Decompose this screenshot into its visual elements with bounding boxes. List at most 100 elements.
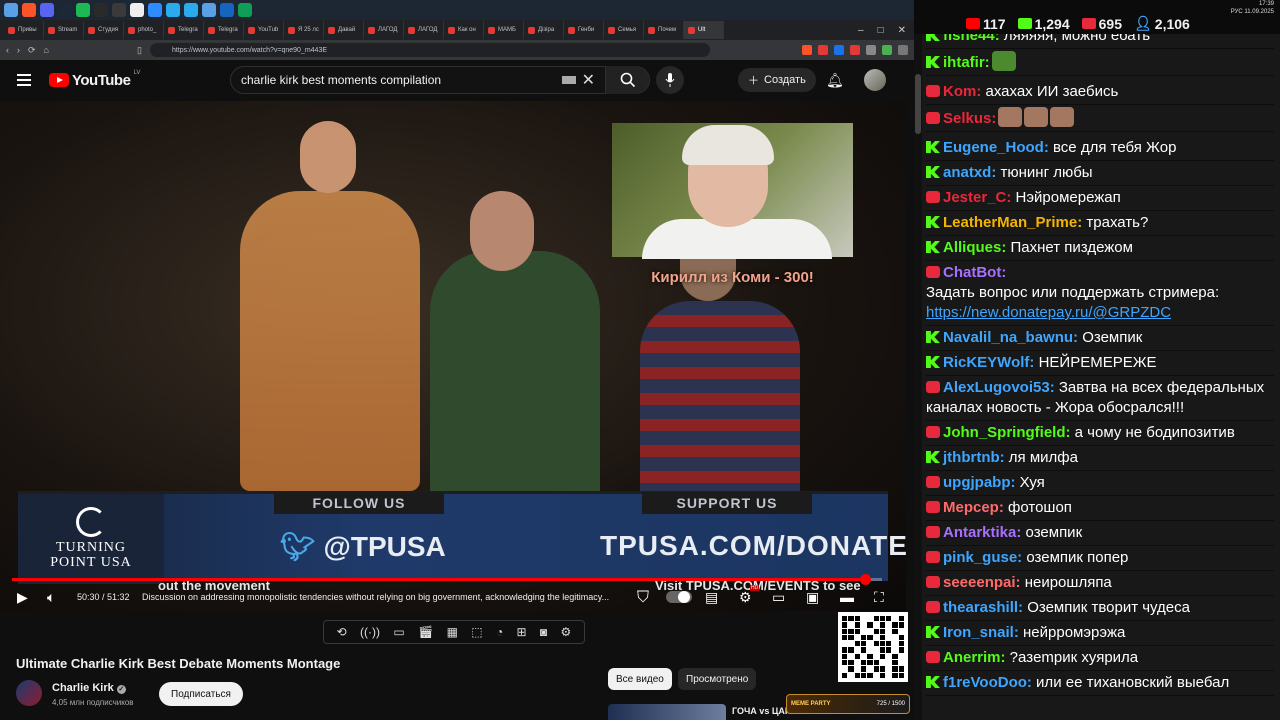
audio-wave-icon[interactable]: ((·))	[360, 625, 380, 639]
chat-username[interactable]: seeeenpai:	[943, 574, 1021, 591]
telegram-icon[interactable]	[184, 3, 198, 17]
extension-icon[interactable]	[834, 45, 844, 55]
clear-search-icon[interactable]: ✕	[582, 70, 595, 90]
progress-bar[interactable]	[12, 574, 882, 585]
minimize-icon[interactable]: –	[858, 25, 864, 36]
chat-username[interactable]: Kom:	[943, 83, 981, 100]
browser-tab[interactable]: Ult	[684, 21, 724, 39]
cast-icon[interactable]: ▬	[840, 589, 854, 605]
extension-icon[interactable]	[818, 45, 828, 55]
chat-username[interactable]: jthbrtnb:	[943, 449, 1005, 466]
browser-tab[interactable]: ЛАГОД	[364, 21, 404, 39]
subscribe-button[interactable]: Подписаться	[159, 682, 243, 706]
notifications-bell-icon[interactable]: 🔔︎	[826, 72, 844, 89]
back-icon[interactable]: ‹	[6, 45, 9, 55]
close-icon[interactable]: ✕	[898, 25, 906, 36]
chat-username[interactable]: ChatBot:	[943, 264, 1006, 281]
chapter-title[interactable]: Discussion on addressing monopolistic te…	[142, 592, 622, 602]
chat-username[interactable]: AlexLugovoi53:	[943, 379, 1055, 396]
chat-username[interactable]: Alliques:	[943, 239, 1006, 256]
channel-avatar[interactable]	[16, 680, 42, 706]
chat-username[interactable]: LeatherMan_Prime:	[943, 214, 1082, 231]
create-button[interactable]: ＋ Создать	[738, 68, 816, 92]
browser-tab[interactable]: photo_	[124, 21, 164, 39]
app-icon[interactable]	[220, 3, 234, 17]
search-input[interactable]: charlie kirk best moments compilation	[231, 73, 562, 87]
chat-username[interactable]: anatxd:	[943, 164, 996, 181]
chat-panel[interactable]: fishe44: ляяяяя, можно ебать ihtafir: Kom:…	[914, 34, 1280, 720]
menu-icon[interactable]	[898, 45, 908, 55]
app-icon[interactable]	[148, 3, 162, 17]
windows-start-icon[interactable]	[4, 3, 18, 17]
voice-search-button[interactable]	[656, 66, 684, 94]
screen-mode-icon[interactable]: ▭	[393, 625, 404, 639]
speed-icon[interactable]: ◔	[496, 625, 503, 639]
chat-username[interactable]: pink_guse:	[943, 549, 1022, 566]
steam-icon[interactable]	[58, 3, 72, 17]
gear-icon[interactable]: ⚙	[560, 625, 571, 639]
obs-icon[interactable]	[112, 3, 126, 17]
menu-icon[interactable]	[17, 74, 31, 86]
extension-icon[interactable]	[850, 45, 860, 55]
extension-icon[interactable]	[866, 45, 876, 55]
telegram-icon[interactable]	[166, 3, 180, 17]
browser-tab[interactable]: YouTub	[244, 21, 284, 39]
add-icon[interactable]: ⊞	[517, 625, 527, 639]
search-box[interactable]: charlie kirk best moments compilation ✕	[230, 66, 650, 94]
screenshot-icon[interactable]: ◙	[540, 625, 547, 639]
chat-username[interactable]: thearashill:	[943, 599, 1023, 616]
browser-tab[interactable]: Привы	[4, 21, 44, 39]
browser-tab[interactable]: МАМБ	[484, 21, 524, 39]
chat-username[interactable]: RicKEYWolf:	[943, 354, 1034, 371]
chat-username[interactable]: upgjpabp:	[943, 474, 1015, 491]
app-icon[interactable]	[238, 3, 252, 17]
chat-username[interactable]: Anerrim:	[943, 649, 1006, 666]
browser-tab[interactable]: Семья	[604, 21, 644, 39]
browser-tab[interactable]: Давай	[324, 21, 364, 39]
fullscreen-icon[interactable]: ⛶	[874, 589, 884, 606]
miniplayer-icon[interactable]: ▭	[772, 589, 785, 606]
scrubber-handle[interactable]	[859, 574, 871, 585]
browser-tab[interactable]: Stream	[44, 21, 84, 39]
donation-link[interactable]: https://new.donatepay.ru/@GRPZDC	[926, 303, 1274, 323]
chat-scrollbar[interactable]	[914, 34, 922, 720]
autoplay-toggle[interactable]	[666, 591, 692, 603]
forward-icon[interactable]: ›	[17, 45, 20, 55]
chip-watched[interactable]: Просмотрено	[678, 668, 757, 690]
browser-tab[interactable]: ЛАГОД	[404, 21, 444, 39]
maximize-icon[interactable]: □	[878, 25, 884, 36]
chat-username[interactable]: fishe44:	[943, 34, 1000, 44]
reload-icon[interactable]: ⟳	[28, 45, 36, 56]
extension-icon[interactable]	[882, 45, 892, 55]
app-icon[interactable]	[94, 3, 108, 17]
capcut-icon[interactable]	[130, 3, 144, 17]
channel-name[interactable]: Charlie Kirk ✓	[52, 682, 126, 694]
chat-username[interactable]: ihtafir:	[943, 54, 990, 71]
chat-username[interactable]: Selkus:	[943, 110, 996, 127]
discord-icon[interactable]	[40, 3, 54, 17]
app-icon[interactable]	[202, 3, 216, 17]
spotify-icon[interactable]	[76, 3, 90, 17]
browser-tab[interactable]: Генби	[564, 21, 604, 39]
theater-mode-icon[interactable]: ▣	[806, 589, 819, 606]
subtitles-icon[interactable]: ▤	[705, 589, 718, 606]
chat-scroll-thumb[interactable]	[915, 74, 921, 134]
search-button[interactable]	[605, 66, 649, 94]
brave-shield-icon[interactable]	[802, 45, 812, 55]
loop-icon[interactable]: ⟲	[337, 625, 347, 639]
chat-username[interactable]: Navalil_na_bawnu:	[943, 329, 1078, 346]
chat-username[interactable]: Iron_snail:	[943, 624, 1019, 641]
ad-block-shield-icon[interactable]: ⛉	[637, 589, 649, 607]
browser-tab[interactable]: Почем	[644, 21, 684, 39]
video-player[interactable]: Кирилл из Коми - 300! TURNING POINT USA …	[0, 101, 906, 611]
browser-tab[interactable]: Я 25 лс	[284, 21, 324, 39]
keyboard-icon[interactable]	[561, 76, 576, 84]
settings-icon[interactable]: ⚙	[739, 589, 752, 606]
recommendation-thumbnail[interactable]	[608, 704, 726, 720]
browser-tab[interactable]: Как он	[444, 21, 484, 39]
browser-tab[interactable]: Дізіра	[524, 21, 564, 39]
layout-icon[interactable]: ▦	[447, 625, 458, 639]
browser-tab[interactable]: Telegra	[204, 21, 244, 39]
brave-icon[interactable]	[22, 3, 36, 17]
clapper-icon[interactable]: 🎬︎	[418, 625, 433, 639]
